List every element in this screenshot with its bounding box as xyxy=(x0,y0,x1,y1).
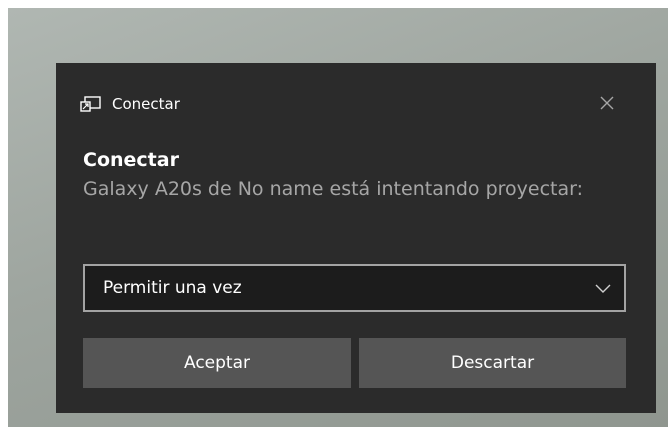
app-name: Conectar xyxy=(112,95,180,113)
permission-select[interactable]: Permitir una vez xyxy=(83,264,626,312)
select-value: Permitir una vez xyxy=(103,278,242,298)
desktop-background: Conectar Conectar Galaxy A20s de No name… xyxy=(8,8,668,427)
chevron-down-icon xyxy=(594,280,612,294)
project-screen-icon xyxy=(80,95,102,113)
notification-message: Galaxy A20s de No name está intentando p… xyxy=(83,178,584,200)
dismiss-button[interactable]: Descartar xyxy=(359,338,626,388)
close-icon xyxy=(600,95,614,114)
connect-notification: Conectar Conectar Galaxy A20s de No name… xyxy=(56,63,656,413)
notification-header: Conectar xyxy=(80,92,180,116)
accept-button[interactable]: Aceptar xyxy=(83,338,351,388)
close-button[interactable] xyxy=(592,89,622,119)
notification-title: Conectar xyxy=(83,149,179,171)
